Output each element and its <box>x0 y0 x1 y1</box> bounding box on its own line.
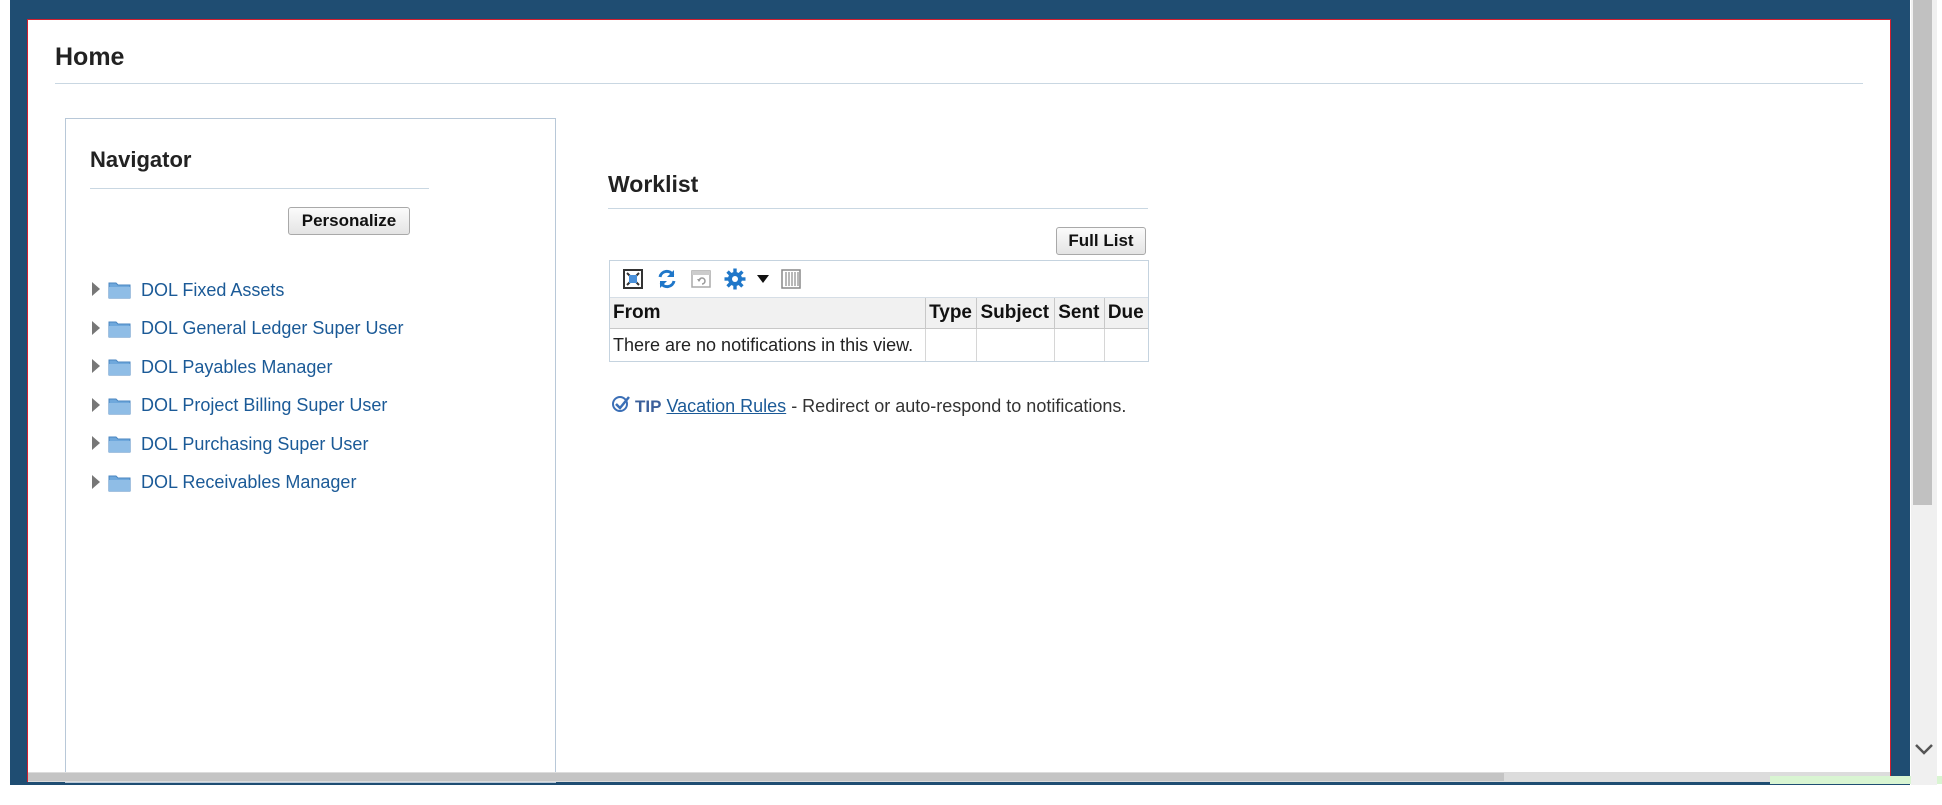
expand-arrow-icon[interactable] <box>92 320 100 335</box>
navigator-item: DOL General Ledger Super User <box>90 310 403 349</box>
title-divider <box>55 83 1863 84</box>
column-header-from[interactable]: From <box>610 298 927 329</box>
page-content: Home Navigator Personalize DOL Fixed Ass… <box>27 19 1891 783</box>
column-header-due[interactable]: Due <box>1104 298 1148 329</box>
navigator-item: DOL Payables Manager <box>90 348 403 387</box>
navigator-item: DOL Fixed Assets <box>90 271 403 310</box>
table-row: There are no notifications in this view. <box>610 328 1148 362</box>
navigator-divider <box>90 188 429 189</box>
full-list-button[interactable]: Full List <box>1056 227 1146 255</box>
table-cell <box>1104 329 1148 362</box>
personalize-button[interactable]: Personalize <box>288 207 410 235</box>
navigator-item-link[interactable]: DOL Project Billing Super User <box>141 395 387 416</box>
table-cell <box>925 328 978 361</box>
navigator-item-link[interactable]: DOL Fixed Assets <box>141 280 284 301</box>
page-title: Home <box>55 43 125 71</box>
expand-arrow-icon[interactable] <box>92 436 100 451</box>
tip-text: - Redirect or auto-respond to notificati… <box>786 396 1127 416</box>
detach-icon[interactable] <box>620 266 646 292</box>
worklist-header-row: From Type Subject Sent Due <box>610 298 1148 329</box>
column-header-sent[interactable]: Sent <box>1054 298 1105 329</box>
navigator-item-link[interactable]: DOL Purchasing Super User <box>141 434 368 455</box>
column-header-type[interactable]: Type <box>925 298 978 329</box>
navigator-panel: Navigator Personalize DOL Fixed Assets DO… <box>65 118 556 783</box>
settings-gear-icon[interactable] <box>722 266 748 292</box>
folder-icon <box>108 474 131 492</box>
columns-icon[interactable] <box>778 266 804 292</box>
dropdown-arrow-icon[interactable] <box>756 266 770 292</box>
worklist-table: From Type Subject Sent Due There are no … <box>610 298 1148 361</box>
expand-arrow-icon[interactable] <box>92 474 100 489</box>
navigator-item: DOL Project Billing Super User <box>90 387 403 426</box>
worklist-title: Worklist <box>608 171 699 197</box>
tip-check-icon <box>611 394 631 419</box>
expand-arrow-icon[interactable] <box>92 397 100 412</box>
navigator-item: DOL Purchasing Super User <box>90 425 403 464</box>
vacation-rules-link[interactable]: Vacation Rules <box>666 396 786 417</box>
table-cell <box>1054 328 1105 361</box>
navigator-item: DOL Receivables Manager <box>90 464 403 503</box>
worklist-divider <box>608 208 1148 209</box>
folder-icon <box>108 397 131 415</box>
column-header-subject[interactable]: Subject <box>976 298 1056 329</box>
freeze-icon[interactable] <box>688 266 714 292</box>
expand-arrow-icon[interactable] <box>92 359 100 374</box>
vertical-scrollbar-thumb[interactable] <box>1913 0 1932 505</box>
table-cell <box>976 328 1056 361</box>
folder-icon <box>108 358 131 376</box>
worklist-table-container: From Type Subject Sent Due There are no … <box>609 260 1149 362</box>
navigator-list: DOL Fixed Assets DOL General Ledger Super… <box>90 271 403 502</box>
empty-message: There are no notifications in this view. <box>610 328 927 361</box>
tip-message: TIP Vacation Rules - Redirect or auto-re… <box>611 394 1126 419</box>
folder-icon <box>108 435 131 453</box>
worklist-toolbar <box>610 261 1148 298</box>
navigator-item-link[interactable]: DOL General Ledger Super User <box>141 318 403 339</box>
navigator-item-link[interactable]: DOL Payables Manager <box>141 357 332 378</box>
tip-label: TIP <box>635 396 662 416</box>
folder-icon <box>108 281 131 299</box>
navigator-title: Navigator <box>90 147 192 172</box>
horizontal-scrollbar-thumb[interactable] <box>28 773 1504 781</box>
refresh-icon[interactable] <box>654 266 680 292</box>
expand-arrow-icon[interactable] <box>92 282 100 297</box>
navigator-item-link[interactable]: DOL Receivables Manager <box>141 472 356 493</box>
folder-icon <box>108 320 131 338</box>
scroll-down-chevron-icon[interactable] <box>1912 737 1936 761</box>
